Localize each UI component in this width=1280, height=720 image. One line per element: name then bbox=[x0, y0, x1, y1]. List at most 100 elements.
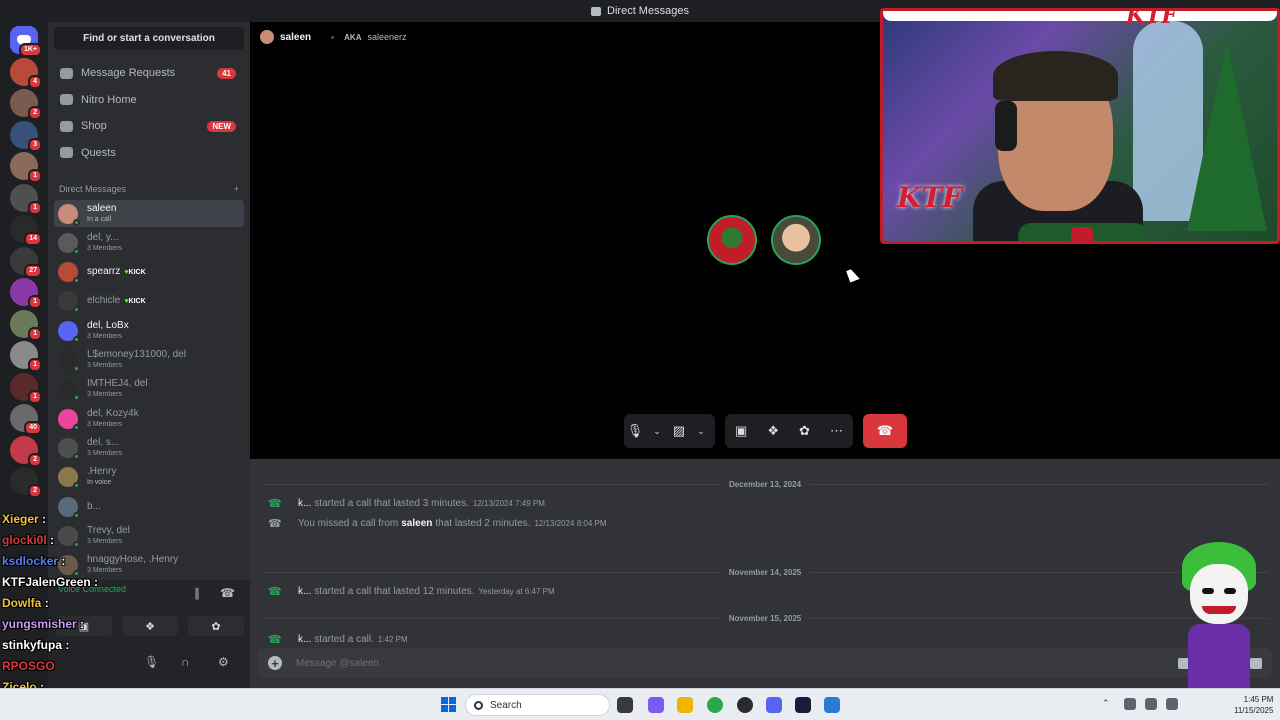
more-options-icon[interactable]: ⋯ bbox=[830, 423, 843, 439]
message-input[interactable]: Message @saleen bbox=[296, 658, 379, 669]
taskbar-search[interactable]: Search bbox=[465, 694, 610, 716]
dm-item[interactable]: spearrzKICK bbox=[54, 259, 244, 286]
server-icon[interactable]: 4 bbox=[10, 57, 42, 89]
clock-date: 11/15/2025 bbox=[1234, 706, 1274, 715]
camera-off-icon[interactable]: ▨ bbox=[668, 423, 690, 439]
headphones-icon[interactable]: ∩ bbox=[181, 655, 190, 669]
mute-mic-icon[interactable]: 🎙 bbox=[624, 423, 646, 439]
create-dm-plus-icon[interactable]: + bbox=[234, 184, 239, 194]
mic-options-chevron-down-icon[interactable]: ⌄ bbox=[646, 426, 668, 437]
tray-chevron-up-icon[interactable]: ⌃ bbox=[1102, 698, 1114, 710]
wifi-icon[interactable] bbox=[1145, 698, 1157, 710]
search-icon bbox=[474, 700, 483, 710]
app-icon[interactable] bbox=[795, 697, 811, 713]
date-label: November 14, 2025 bbox=[728, 567, 802, 577]
activity-button[interactable]: ❖ bbox=[122, 616, 178, 636]
webcam-overlay: KTF KTF bbox=[880, 8, 1280, 244]
noise-suppression-icon[interactable]: ∥ bbox=[194, 586, 200, 600]
call-user-avatar[interactable] bbox=[260, 30, 274, 44]
task-view-icon[interactable] bbox=[617, 697, 633, 713]
camera-options-chevron-down-icon[interactable]: ⌄ bbox=[690, 426, 712, 437]
server-icon[interactable]: 2 bbox=[10, 435, 42, 467]
dm-item[interactable]: elchicleKICK bbox=[54, 288, 244, 315]
attach-plus-icon[interactable]: + bbox=[268, 656, 282, 671]
server-icon[interactable]: 14 bbox=[10, 215, 42, 246]
dm-item[interactable]: del, s... 3 Members bbox=[54, 434, 244, 461]
dm-name-text: del, Kozy4k bbox=[87, 407, 139, 419]
home-server-button[interactable]: 1K+ bbox=[10, 26, 42, 57]
disconnect-call-button[interactable]: ☎ bbox=[863, 414, 907, 448]
server-icon[interactable]: 1 bbox=[10, 152, 42, 183]
nav-message-requests[interactable]: Message Requests 41 bbox=[54, 60, 244, 86]
server-icon[interactable]: 1 bbox=[10, 372, 42, 404]
dm-item[interactable]: del, y... 3 Members bbox=[54, 229, 244, 256]
server-icon[interactable]: 27 bbox=[10, 246, 42, 278]
chat-overlay-line: yungsmisher : bbox=[2, 617, 84, 631]
notepad-icon[interactable] bbox=[824, 697, 840, 713]
microphone-icon[interactable]: 🎙 bbox=[144, 655, 159, 669]
file-explorer-icon[interactable] bbox=[677, 697, 693, 713]
message-mention[interactable]: saleen bbox=[401, 518, 432, 529]
soundboard-button[interactable]: ✿ bbox=[188, 616, 244, 636]
chrome-icon[interactable] bbox=[707, 697, 723, 713]
find-conversation-button[interactable]: Find or start a conversation bbox=[54, 27, 244, 50]
server-icon[interactable]: 2 bbox=[10, 467, 42, 498]
dm-item[interactable]: .Henry In voice bbox=[54, 464, 244, 491]
phone-icon: ☎ bbox=[268, 586, 282, 598]
dm-name: del, y... bbox=[87, 232, 122, 243]
dm-header-label: Direct Messages bbox=[59, 184, 127, 194]
call-system-message: ☎ k... started a call. 1:42 PM bbox=[268, 633, 408, 646]
nav-nitro-home[interactable]: Nitro Home bbox=[54, 87, 244, 113]
dm-name-text: IMTHEJ4, del bbox=[87, 378, 148, 390]
unread-badge: 2 bbox=[28, 452, 42, 467]
dm-item[interactable]: b... bbox=[54, 493, 244, 520]
nav-quests[interactable]: Quests bbox=[54, 140, 244, 166]
message-author[interactable]: k... bbox=[298, 634, 311, 645]
status-dot bbox=[73, 247, 80, 255]
nav-shop[interactable]: Shop NEW bbox=[54, 113, 244, 139]
call-user-name[interactable]: saleen bbox=[280, 32, 311, 43]
dm-item[interactable]: saleen In a call bbox=[54, 200, 244, 227]
server-icon[interactable]: 2 bbox=[10, 89, 42, 120]
copilot-icon[interactable] bbox=[648, 697, 664, 713]
date-divider: November 15, 2025 bbox=[262, 613, 1268, 623]
dm-text: del, y... 3 Members bbox=[87, 232, 122, 254]
dm-item[interactable]: L$emoney131000, del 3 Members bbox=[54, 347, 244, 374]
message-composer: + Message @saleen bbox=[258, 648, 1272, 678]
server-icon[interactable]: 1 bbox=[10, 183, 42, 215]
obs-icon[interactable] bbox=[737, 697, 753, 713]
dm-item[interactable]: IMTHEJ4, del 3 Members bbox=[54, 376, 244, 403]
quests-icon bbox=[60, 147, 73, 158]
message-author[interactable]: k... bbox=[298, 586, 311, 597]
server-icon[interactable]: 40 bbox=[10, 404, 42, 435]
server-icon[interactable]: 1 bbox=[10, 309, 42, 341]
server-icon[interactable]: 3 bbox=[10, 120, 42, 152]
dm-item[interactable]: Trevy, del 3 Members bbox=[54, 522, 244, 549]
tray-app-icon[interactable] bbox=[1124, 698, 1136, 710]
dm-item[interactable]: del, Kozy4k 3 Members bbox=[54, 405, 244, 432]
windows-taskbar: Search ⌃ 1:45 PM 11/15/2025 bbox=[0, 688, 1280, 720]
server-icon[interactable]: 1 bbox=[10, 341, 42, 372]
message-author[interactable]: k... bbox=[298, 498, 311, 509]
participant-avatar-self[interactable] bbox=[707, 215, 757, 265]
volume-icon[interactable] bbox=[1166, 698, 1178, 710]
chat-user: glocki0l bbox=[2, 533, 47, 547]
discord-taskbar-icon[interactable] bbox=[766, 697, 782, 713]
activities-icon[interactable]: ❖ bbox=[767, 423, 779, 439]
message-text: You missed a call from bbox=[298, 518, 399, 529]
status-dot bbox=[73, 540, 80, 548]
server-icon[interactable]: 1 bbox=[10, 278, 42, 309]
settings-gear-icon[interactable]: ⚙ bbox=[218, 655, 229, 669]
dm-item[interactable]: del, LoBx 3 Members bbox=[54, 317, 244, 344]
unread-badge: 1 bbox=[28, 295, 42, 309]
participant-avatar-saleen[interactable] bbox=[771, 215, 821, 265]
unread-badge: 14 bbox=[24, 232, 42, 246]
disconnect-icon[interactable]: ☎ bbox=[220, 586, 235, 600]
share-screen-icon[interactable]: ▣ bbox=[735, 423, 747, 439]
start-windows-icon[interactable] bbox=[441, 697, 456, 712]
soundboard-icon[interactable]: ✿ bbox=[799, 423, 810, 439]
ktf-logo: KTF bbox=[897, 181, 963, 214]
taskbar-clock[interactable]: 1:45 PM 11/15/2025 bbox=[1234, 694, 1273, 716]
dm-text: Trevy, del 3 Members bbox=[87, 525, 130, 547]
unread-badge: 2 bbox=[28, 484, 42, 498]
